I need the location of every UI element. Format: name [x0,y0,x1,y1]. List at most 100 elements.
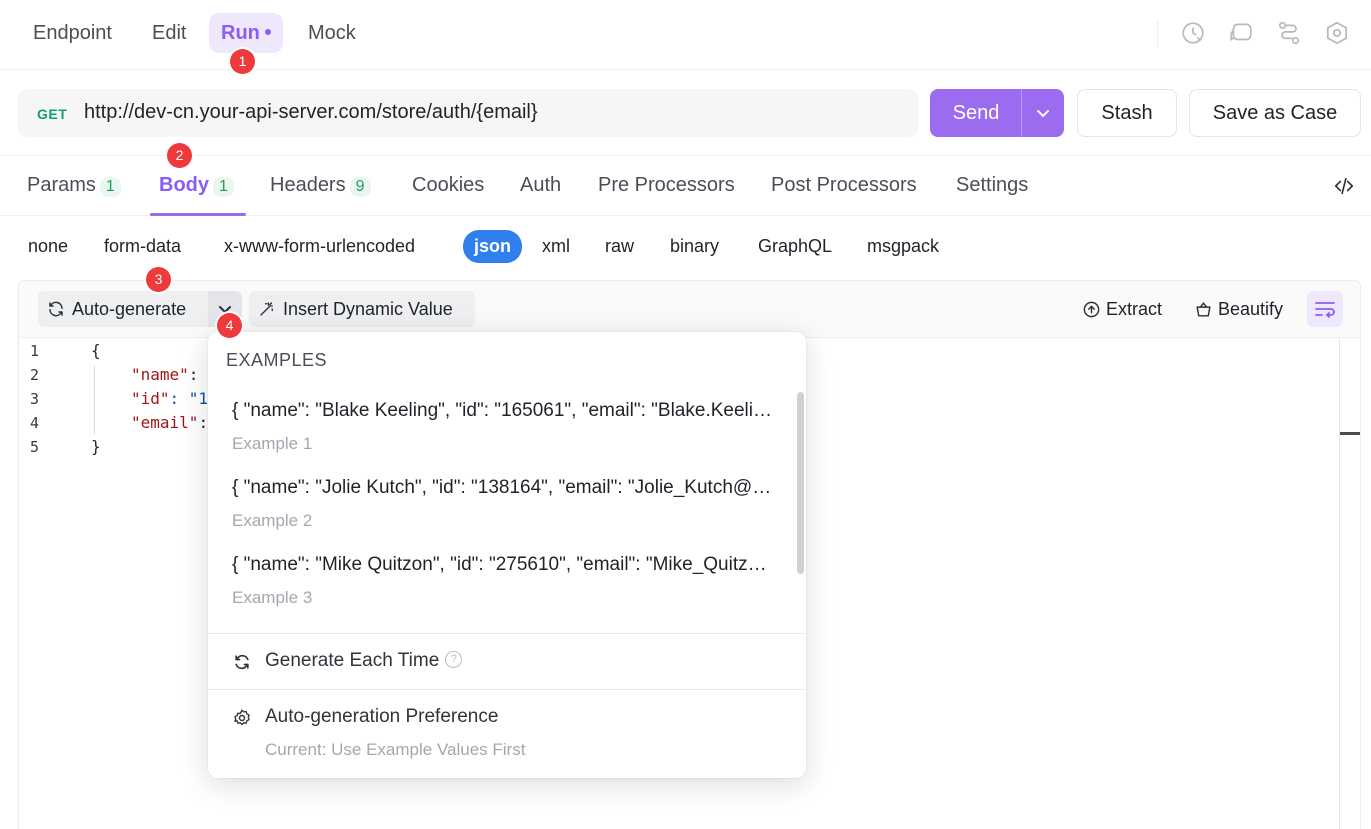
extract-button[interactable]: Extract [1082,299,1162,320]
method-badge[interactable]: GET [37,106,67,122]
auto-generate-dropdown: EXAMPLES { "name": "Blake Keeling", "id"… [208,332,806,778]
body-type-none[interactable]: none [28,236,68,257]
history-icon[interactable] [1180,20,1206,46]
body-count-badge: 1 [213,177,234,197]
auto-generate-label: Auto-generate [72,299,187,319]
insert-dynamic-value-button[interactable]: Insert Dynamic Value [249,291,475,327]
headers-count-badge: 9 [349,177,371,197]
url-input[interactable]: http://dev-cn.your-api-server.com/store/… [84,101,538,124]
line-number: 2 [30,366,40,384]
example-3-value[interactable]: { "name": "Mike Quitzon", "id": "275610"… [232,554,777,576]
unsaved-dot [264,28,271,35]
code-line-2[interactable]: "name": [131,365,198,384]
tab-mock[interactable]: Mock [296,13,368,53]
code-icon[interactable] [1333,175,1355,197]
body-type-form-data[interactable]: form-data [104,236,181,257]
tab-settings[interactable]: Settings [956,174,1028,197]
indent-guide [94,365,95,435]
body-type-xml[interactable]: xml [542,236,570,257]
beautify-button[interactable]: Beautify [1194,299,1283,320]
step-marker-4: 4 [217,313,242,338]
active-tab-underline [150,213,246,216]
chat-icon[interactable] [1228,20,1254,46]
line-number: 3 [30,390,40,408]
insert-dynamic-label: Insert Dynamic Value [283,299,453,319]
body-type-binary[interactable]: binary [670,236,719,257]
divider [208,633,806,634]
send-button[interactable]: Send [930,89,1022,137]
tab-params-label: Params [27,174,96,196]
tab-edit[interactable]: Edit [140,13,198,53]
line-number: 4 [30,414,40,432]
chevron-down-icon[interactable] [1022,89,1064,137]
tab-headers-label: Headers [270,174,346,196]
step-marker-3: 3 [146,267,171,292]
code-line-5[interactable]: } [91,437,101,456]
flow-icon[interactable] [1276,20,1302,46]
line-number: 5 [30,438,40,456]
json-value: : "1 [169,389,209,408]
examples-header: EXAMPLES [226,350,328,370]
tab-params[interactable]: Params 1 [27,174,121,197]
auto-generate-button[interactable]: Auto-generate [38,291,209,327]
tab-run-label: Run [221,22,260,44]
tab-post-processors[interactable]: Post Processors [771,174,917,197]
code-line-4[interactable]: "email": [131,413,208,432]
beautify-icon [1196,302,1211,317]
tab-body-label: Body [159,174,209,196]
body-type-graphql[interactable]: GraphQL [758,236,832,257]
body-type-urlencoded[interactable]: x-www-form-urlencoded [224,236,415,257]
tab-auth[interactable]: Auth [520,174,561,197]
word-wrap-toggle[interactable] [1307,291,1343,327]
url-bar[interactable]: GET http://dev-cn.your-api-server.com/st… [18,89,918,137]
body-type-json[interactable]: json [463,230,523,263]
settings-hex-icon[interactable] [1324,20,1350,46]
body-type-raw[interactable]: raw [605,236,634,257]
tab-run[interactable]: Run [209,13,283,53]
params-count-badge: 1 [99,177,121,197]
generate-each-time-label: Generate Each Time [265,650,440,671]
example-1-label: Example 1 [232,434,313,453]
magic-wand-icon [260,302,273,316]
dropdown-scrollbar[interactable] [797,392,804,574]
tab-endpoint[interactable]: Endpoint [21,13,124,53]
tab-mock-label: Mock [308,22,356,44]
json-key: "id" [131,389,170,408]
body-type-msgpack[interactable]: msgpack [867,236,939,257]
code-line-3[interactable]: "id": "1 [131,389,208,408]
json-punct: : [188,365,199,384]
tab-pre-processors[interactable]: Pre Processors [598,174,735,197]
example-1-value[interactable]: { "name": "Blake Keeling", "id": "165061… [232,400,777,422]
stash-button[interactable]: Stash [1077,89,1177,137]
tab-body[interactable]: Body 1 [159,174,234,197]
request-tabs: Params 1 Body 1 Headers 9 Cookies Auth Pre … [0,155,1371,216]
auto-generation-preference-option[interactable]: Auto-generation Preference [265,706,498,728]
example-2-label: Example 2 [232,511,313,530]
tab-edit-label: Edit [152,22,187,44]
wrap-icon [1315,302,1335,318]
step-marker-1: 1 [230,49,255,74]
gear-icon [234,709,250,726]
refresh-icon [49,301,63,317]
help-icon[interactable]: ? [445,651,463,669]
line-number: 1 [30,342,40,360]
json-key: "email" [131,413,199,432]
json-key: "name" [131,365,189,384]
preference-current-value: Current: Use Example Values First [265,740,526,759]
beautify-label: Beautify [1218,299,1284,319]
code-line-1[interactable]: { [91,341,101,360]
generate-each-time-option[interactable]: Generate Each Time? [265,650,463,672]
top-bar: Endpoint Edit Run Mock [0,0,1371,70]
example-3-label: Example 3 [232,588,313,607]
tab-cookies[interactable]: Cookies [412,174,484,197]
json-punct: : [198,413,209,432]
scrollbar-cursor-mark [1340,432,1360,435]
example-2-value[interactable]: { "name": "Jolie Kutch", "id": "138164",… [232,477,777,499]
save-as-case-button[interactable]: Save as Case [1189,89,1361,137]
tab-endpoint-label: Endpoint [33,22,112,44]
editor-scrollbar[interactable] [1339,338,1340,829]
divider [208,689,806,690]
extract-label: Extract [1106,299,1163,319]
cycle-icon [235,654,249,670]
tab-headers[interactable]: Headers 9 [270,174,371,197]
